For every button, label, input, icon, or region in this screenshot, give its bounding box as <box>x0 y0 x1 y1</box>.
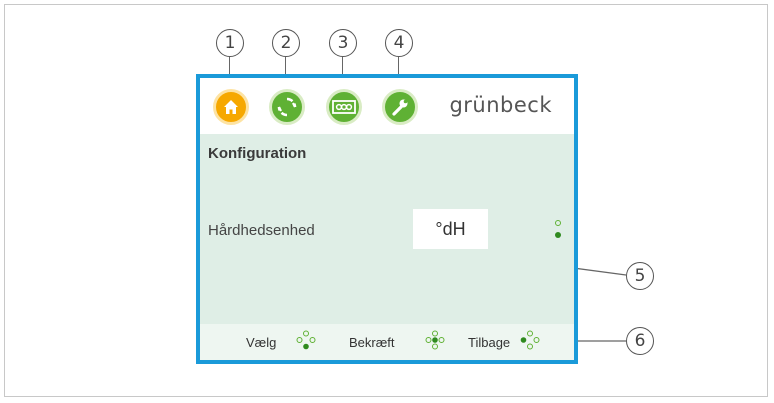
scroll-indicator-dot-active <box>555 232 561 238</box>
softkey-select-label: Vælg <box>246 335 277 350</box>
display-header: grünbeck <box>200 78 574 134</box>
setting-label: Hårdhedsenhed <box>208 222 315 239</box>
setting-value-field[interactable]: °dH <box>413 209 488 249</box>
counter-display-icon <box>332 100 356 114</box>
softkey-bar: Vælg Bekræft Tilbage <box>200 324 574 360</box>
select-keypad-icon[interactable] <box>296 330 316 350</box>
back-keypad-icon[interactable] <box>520 330 540 350</box>
scroll-indicator-dot-empty <box>555 220 561 226</box>
home-button[interactable] <box>213 89 249 125</box>
refresh-cycle-icon <box>277 97 297 117</box>
softkey-back-label: Tilbage <box>468 335 511 350</box>
info-counter-button[interactable] <box>326 89 362 125</box>
callout-6: 6 <box>626 327 654 355</box>
regeneration-button[interactable] <box>269 89 305 125</box>
softkey-confirm-label: Bekræft <box>349 335 395 350</box>
controller-display: grünbeck Konfiguration Hårdhedsenhed °dH… <box>196 74 578 364</box>
screen-content: Konfiguration Hårdhedsenhed °dH <box>200 134 574 324</box>
page-title: Konfiguration <box>208 145 307 162</box>
callout-5: 5 <box>626 262 654 290</box>
home-icon <box>224 100 238 114</box>
confirm-keypad-icon[interactable] <box>425 330 445 350</box>
settings-button[interactable] <box>382 89 418 125</box>
brand-logo: grünbeck <box>449 93 552 117</box>
wrench-icon <box>392 99 408 116</box>
